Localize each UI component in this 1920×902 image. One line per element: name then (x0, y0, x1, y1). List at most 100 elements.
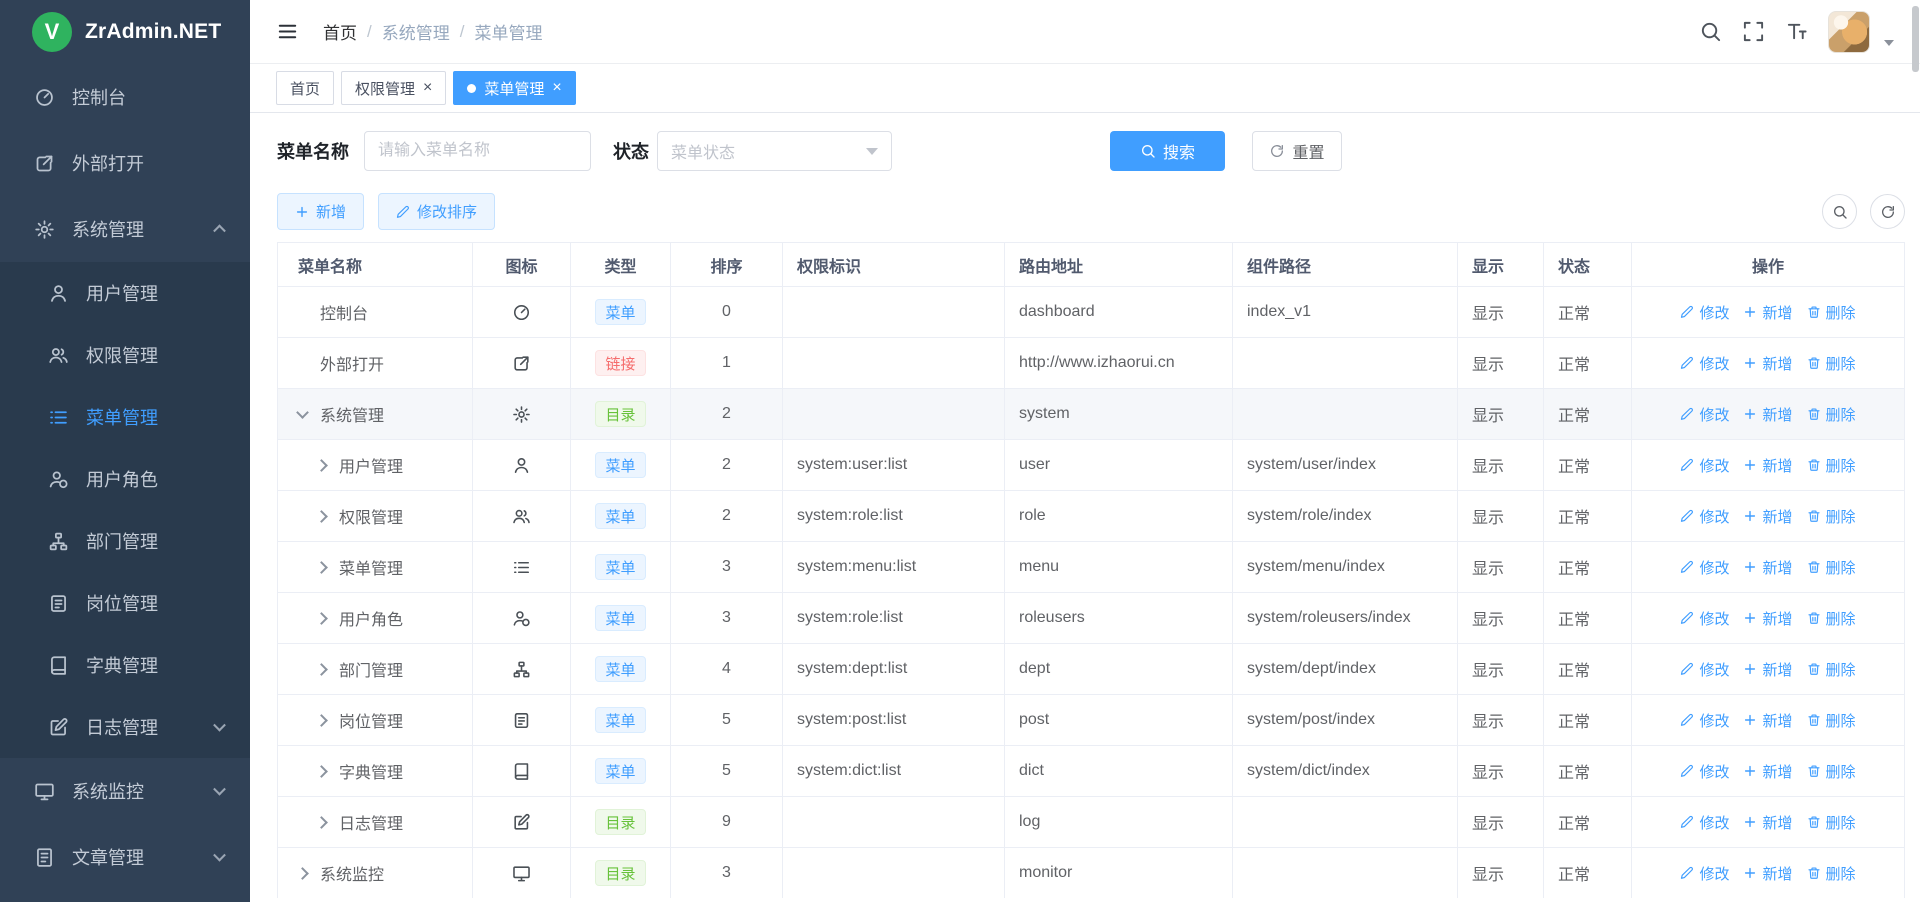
delete-row-button[interactable]: 删除 (1807, 608, 1856, 629)
show-search-toggle-button[interactable] (1822, 194, 1857, 229)
header-search-button[interactable] (1699, 20, 1722, 43)
sidebar-item-article-management[interactable]: 文章管理 (0, 824, 250, 890)
reset-button[interactable]: 重置 (1252, 131, 1342, 171)
close-icon[interactable]: × (552, 80, 561, 96)
avatar[interactable] (1828, 11, 1870, 53)
add-row-button[interactable]: 新增 (1743, 455, 1792, 476)
menu-name-input[interactable] (364, 131, 591, 171)
delete-row-button[interactable]: 删除 (1807, 557, 1856, 578)
sidebar-item-dict-management[interactable]: 字典管理 (0, 634, 250, 696)
breadcrumb-item[interactable]: 首页 (323, 19, 357, 44)
menu-name-cell: 日志管理 (278, 797, 473, 847)
caret-right-icon[interactable] (317, 512, 339, 521)
add-row-button[interactable]: 新增 (1743, 812, 1792, 833)
add-row-button[interactable]: 新增 (1743, 761, 1792, 782)
component-cell: system/menu/index (1233, 542, 1458, 592)
delete-row-button[interactable]: 删除 (1807, 404, 1856, 425)
caret-right-icon[interactable] (317, 614, 339, 623)
add-row-button[interactable]: 新增 (1743, 302, 1792, 323)
status-cell: 正常 (1544, 389, 1632, 439)
sidebar-item-log-management[interactable]: 日志管理 (0, 696, 250, 758)
add-row-button[interactable]: 新增 (1743, 353, 1792, 374)
edit-row-button[interactable]: 修改 (1680, 761, 1729, 782)
breadcrumb-item[interactable]: 系统管理 (382, 19, 450, 44)
add-row-button[interactable]: 新增 (1743, 710, 1792, 731)
caret-right-icon[interactable] (317, 818, 339, 827)
edit-row-button[interactable]: 修改 (1680, 404, 1729, 425)
edit-row-button[interactable]: 修改 (1680, 506, 1729, 527)
caret-right-icon[interactable] (317, 716, 339, 725)
tab-menu-management[interactable]: 菜单管理× (453, 71, 575, 105)
edit-row-button[interactable]: 修改 (1680, 302, 1729, 323)
tab-home[interactable]: 首页 (276, 71, 334, 105)
sidebar-item-dept-management[interactable]: 部门管理 (0, 510, 250, 572)
caret-right-icon[interactable] (317, 461, 339, 470)
add-row-button[interactable]: 新增 (1743, 506, 1792, 527)
edit-row-button[interactable]: 修改 (1680, 863, 1729, 884)
font-size-button[interactable] (1785, 20, 1808, 43)
plus-icon (1743, 866, 1757, 880)
menu-name: 权限管理 (339, 504, 403, 528)
edit-row-button[interactable]: 修改 (1680, 710, 1729, 731)
add-row-button[interactable]: 新增 (1743, 404, 1792, 425)
scrollbar-thumb[interactable] (1912, 6, 1919, 72)
edit-row-button[interactable]: 修改 (1680, 608, 1729, 629)
sidebar-item-user-management[interactable]: 用户管理 (0, 262, 250, 324)
refresh-table-button[interactable] (1870, 194, 1905, 229)
caret-down-icon[interactable] (298, 411, 320, 417)
table-row: 权限管理菜单2system:role:listrolesystem/role/i… (278, 490, 1904, 541)
caret-right-icon[interactable] (298, 869, 320, 878)
tab-permission-management[interactable]: 权限管理× (341, 71, 446, 105)
sidebar-item-external-open[interactable]: 外部打开 (0, 130, 250, 196)
delete-row-button[interactable]: 删除 (1807, 506, 1856, 527)
edit-row-button[interactable]: 修改 (1680, 659, 1729, 680)
add-row-button[interactable]: 新增 (1743, 659, 1792, 680)
tags-view: 首页权限管理×菜单管理× (250, 64, 1920, 113)
sidebar-item-post-management[interactable]: 岗位管理 (0, 572, 250, 634)
delete-row-button[interactable]: 删除 (1807, 812, 1856, 833)
permission-cell (783, 389, 1005, 439)
caret-right-icon[interactable] (317, 563, 339, 572)
menu-icon-cell (473, 797, 571, 847)
trash-icon (1807, 356, 1821, 370)
app-logo[interactable]: V ZrAdmin.NET (0, 0, 250, 64)
edit-row-button[interactable]: 修改 (1680, 353, 1729, 374)
chevron-down-icon[interactable] (1884, 40, 1894, 46)
search-button[interactable]: 搜索 (1110, 131, 1225, 171)
trash-icon (1807, 815, 1821, 829)
fullscreen-button[interactable] (1742, 20, 1765, 43)
delete-row-button[interactable]: 删除 (1807, 761, 1856, 782)
collapse-sidebar-button[interactable] (276, 20, 299, 43)
sidebar-item-permission-management[interactable]: 权限管理 (0, 324, 250, 386)
edit-row-button[interactable]: 修改 (1680, 455, 1729, 476)
menu-name-cell: 菜单管理 (278, 542, 473, 592)
add-row-button[interactable]: 新增 (1743, 608, 1792, 629)
edit-row-button[interactable]: 修改 (1680, 812, 1729, 833)
add-menu-button[interactable]: 新增 (277, 193, 364, 230)
delete-row-button[interactable]: 删除 (1807, 455, 1856, 476)
sidebar-item-user-role[interactable]: 用户角色 (0, 448, 250, 510)
delete-row-button[interactable]: 删除 (1807, 863, 1856, 884)
sidebar-item-system-monitor[interactable]: 系统监控 (0, 758, 250, 824)
caret-right-icon[interactable] (317, 665, 339, 674)
scrollbar[interactable] (1911, 0, 1920, 902)
add-row-button[interactable]: 新增 (1743, 557, 1792, 578)
sidebar-item-system-management[interactable]: 系统管理 (0, 196, 250, 262)
sidebar-item-console[interactable]: 控制台 (0, 64, 250, 130)
column-header: 排序 (671, 243, 783, 286)
table-row: 系统管理目录2system显示正常修改新增删除 (278, 388, 1904, 439)
close-icon[interactable]: × (423, 80, 432, 96)
edit-row-button[interactable]: 修改 (1680, 557, 1729, 578)
delete-row-button[interactable]: 删除 (1807, 302, 1856, 323)
sidebar-item-menu-management[interactable]: 菜单管理 (0, 386, 250, 448)
type-badge: 目录 (595, 809, 645, 835)
add-row-button[interactable]: 新增 (1743, 863, 1792, 884)
menu-name-label: 菜单名称 (277, 138, 349, 164)
delete-row-button[interactable]: 删除 (1807, 659, 1856, 680)
delete-row-button[interactable]: 删除 (1807, 710, 1856, 731)
delete-row-button[interactable]: 删除 (1807, 353, 1856, 374)
edit-sort-button[interactable]: 修改排序 (378, 193, 495, 230)
row-actions-cell: 修改新增删除 (1632, 389, 1904, 439)
caret-right-icon[interactable] (317, 767, 339, 776)
status-select[interactable]: 菜单状态 (657, 131, 892, 171)
